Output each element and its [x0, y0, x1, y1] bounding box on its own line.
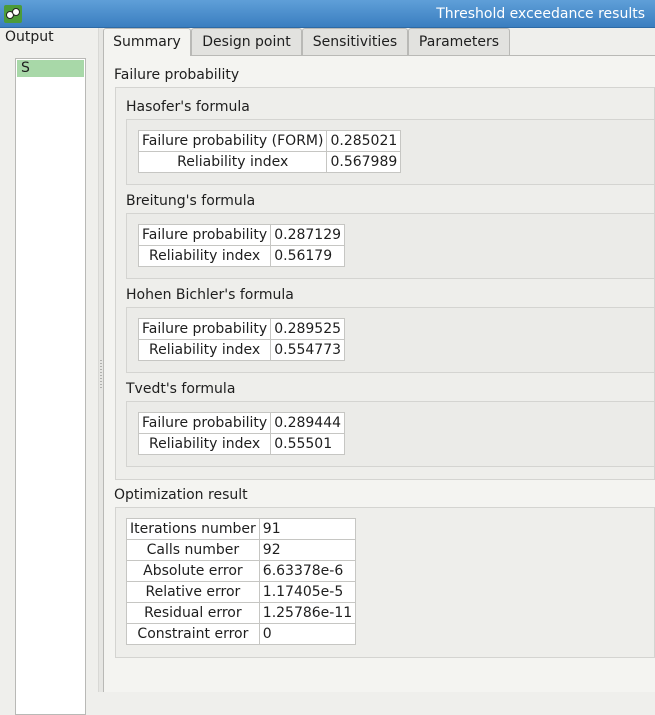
- table-cell: Constraint error: [126, 623, 260, 645]
- optimization-result-title: Optimization result: [114, 487, 248, 503]
- title-bar: Threshold exceedance results: [0, 0, 655, 28]
- table-row: Residual error 1.25786e-11: [126, 602, 357, 624]
- table-row: Iterations number 91: [126, 518, 357, 540]
- table-cell: 0.554773: [270, 339, 346, 361]
- tvedt-table: Failure probability 0.289444 Reliability…: [137, 412, 346, 455]
- splitter-grip[interactable]: [100, 360, 102, 390]
- app-icon: [4, 5, 22, 23]
- table-row: Failure probability (FORM) 0.285021: [137, 130, 402, 152]
- table-cell: 1.17405e-5: [258, 581, 357, 603]
- table-cell: 6.63378e-6: [258, 560, 357, 582]
- table-cell: 91: [258, 518, 357, 540]
- table-row: Calls number 92: [126, 539, 357, 561]
- table-cell: 0.55501: [270, 433, 346, 455]
- table-row: Failure probability 0.289525: [137, 318, 346, 340]
- table-cell: 0.56179: [270, 245, 346, 267]
- table-row: Failure probability 0.287129: [137, 224, 346, 246]
- table-cell: Failure probability: [137, 412, 272, 434]
- table-cell: Reliability index: [137, 245, 272, 267]
- breitung-table: Failure probability 0.287129 Reliability…: [137, 224, 346, 267]
- table-row: Reliability index 0.554773: [137, 339, 346, 361]
- table-cell: Failure probability: [137, 318, 272, 340]
- output-label: Output: [5, 29, 54, 45]
- tab-parameters[interactable]: Parameters: [408, 28, 510, 55]
- table-cell: 0: [258, 623, 357, 645]
- window-title: Threshold exceedance results: [436, 6, 645, 22]
- optimization-table: Iterations number 91 Calls number 92 Abs…: [126, 518, 357, 645]
- hasofer-table: Failure probability (FORM) 0.285021 Reli…: [137, 130, 402, 173]
- table-cell: Reliability index: [137, 151, 328, 173]
- table-cell: Absolute error: [126, 560, 260, 582]
- tab-sensitivities[interactable]: Sensitivities: [302, 28, 408, 55]
- table-row: Reliability index 0.56179: [137, 245, 346, 267]
- table-cell: 0.289444: [270, 412, 346, 434]
- table-row: Relative error 1.17405e-5: [126, 581, 357, 603]
- table-cell: Reliability index: [137, 339, 272, 361]
- table-cell: Residual error: [126, 602, 260, 624]
- hasofer-formula-title: Hasofer's formula: [126, 99, 250, 115]
- table-cell: Failure probability: [137, 224, 272, 246]
- table-cell: 1.25786e-11: [258, 602, 357, 624]
- table-cell: Reliability index: [137, 433, 272, 455]
- table-cell: Failure probability (FORM): [137, 130, 328, 152]
- failure-probability-title: Failure probability: [114, 67, 240, 83]
- table-cell: Iterations number: [126, 518, 260, 540]
- output-list-item-s[interactable]: S: [17, 60, 84, 77]
- table-cell: Calls number: [126, 539, 260, 561]
- tvedt-formula-title: Tvedt's formula: [126, 381, 236, 397]
- table-cell: 0.289525: [270, 318, 346, 340]
- hohen-bichler-formula-title: Hohen Bichler's formula: [126, 287, 294, 303]
- table-row: Failure probability 0.289444: [137, 412, 346, 434]
- output-list[interactable]: S: [15, 58, 86, 715]
- table-row: Absolute error 6.63378e-6: [126, 560, 357, 582]
- table-cell: 0.285021: [326, 130, 402, 152]
- tab-design-point[interactable]: Design point: [191, 28, 302, 55]
- tab-summary[interactable]: Summary: [103, 28, 191, 56]
- table-cell: 0.287129: [270, 224, 346, 246]
- table-cell: Relative error: [126, 581, 260, 603]
- table-row: Constraint error 0: [126, 623, 357, 645]
- table-cell: 0.567989: [326, 151, 402, 173]
- breitung-formula-title: Breitung's formula: [126, 193, 256, 209]
- hohen-bichler-table: Failure probability 0.289525 Reliability…: [137, 318, 346, 361]
- table-row: Reliability index 0.567989: [137, 151, 402, 173]
- table-row: Reliability index 0.55501: [137, 433, 346, 455]
- output-pane: Output S: [0, 28, 98, 715]
- table-cell: 92: [258, 539, 357, 561]
